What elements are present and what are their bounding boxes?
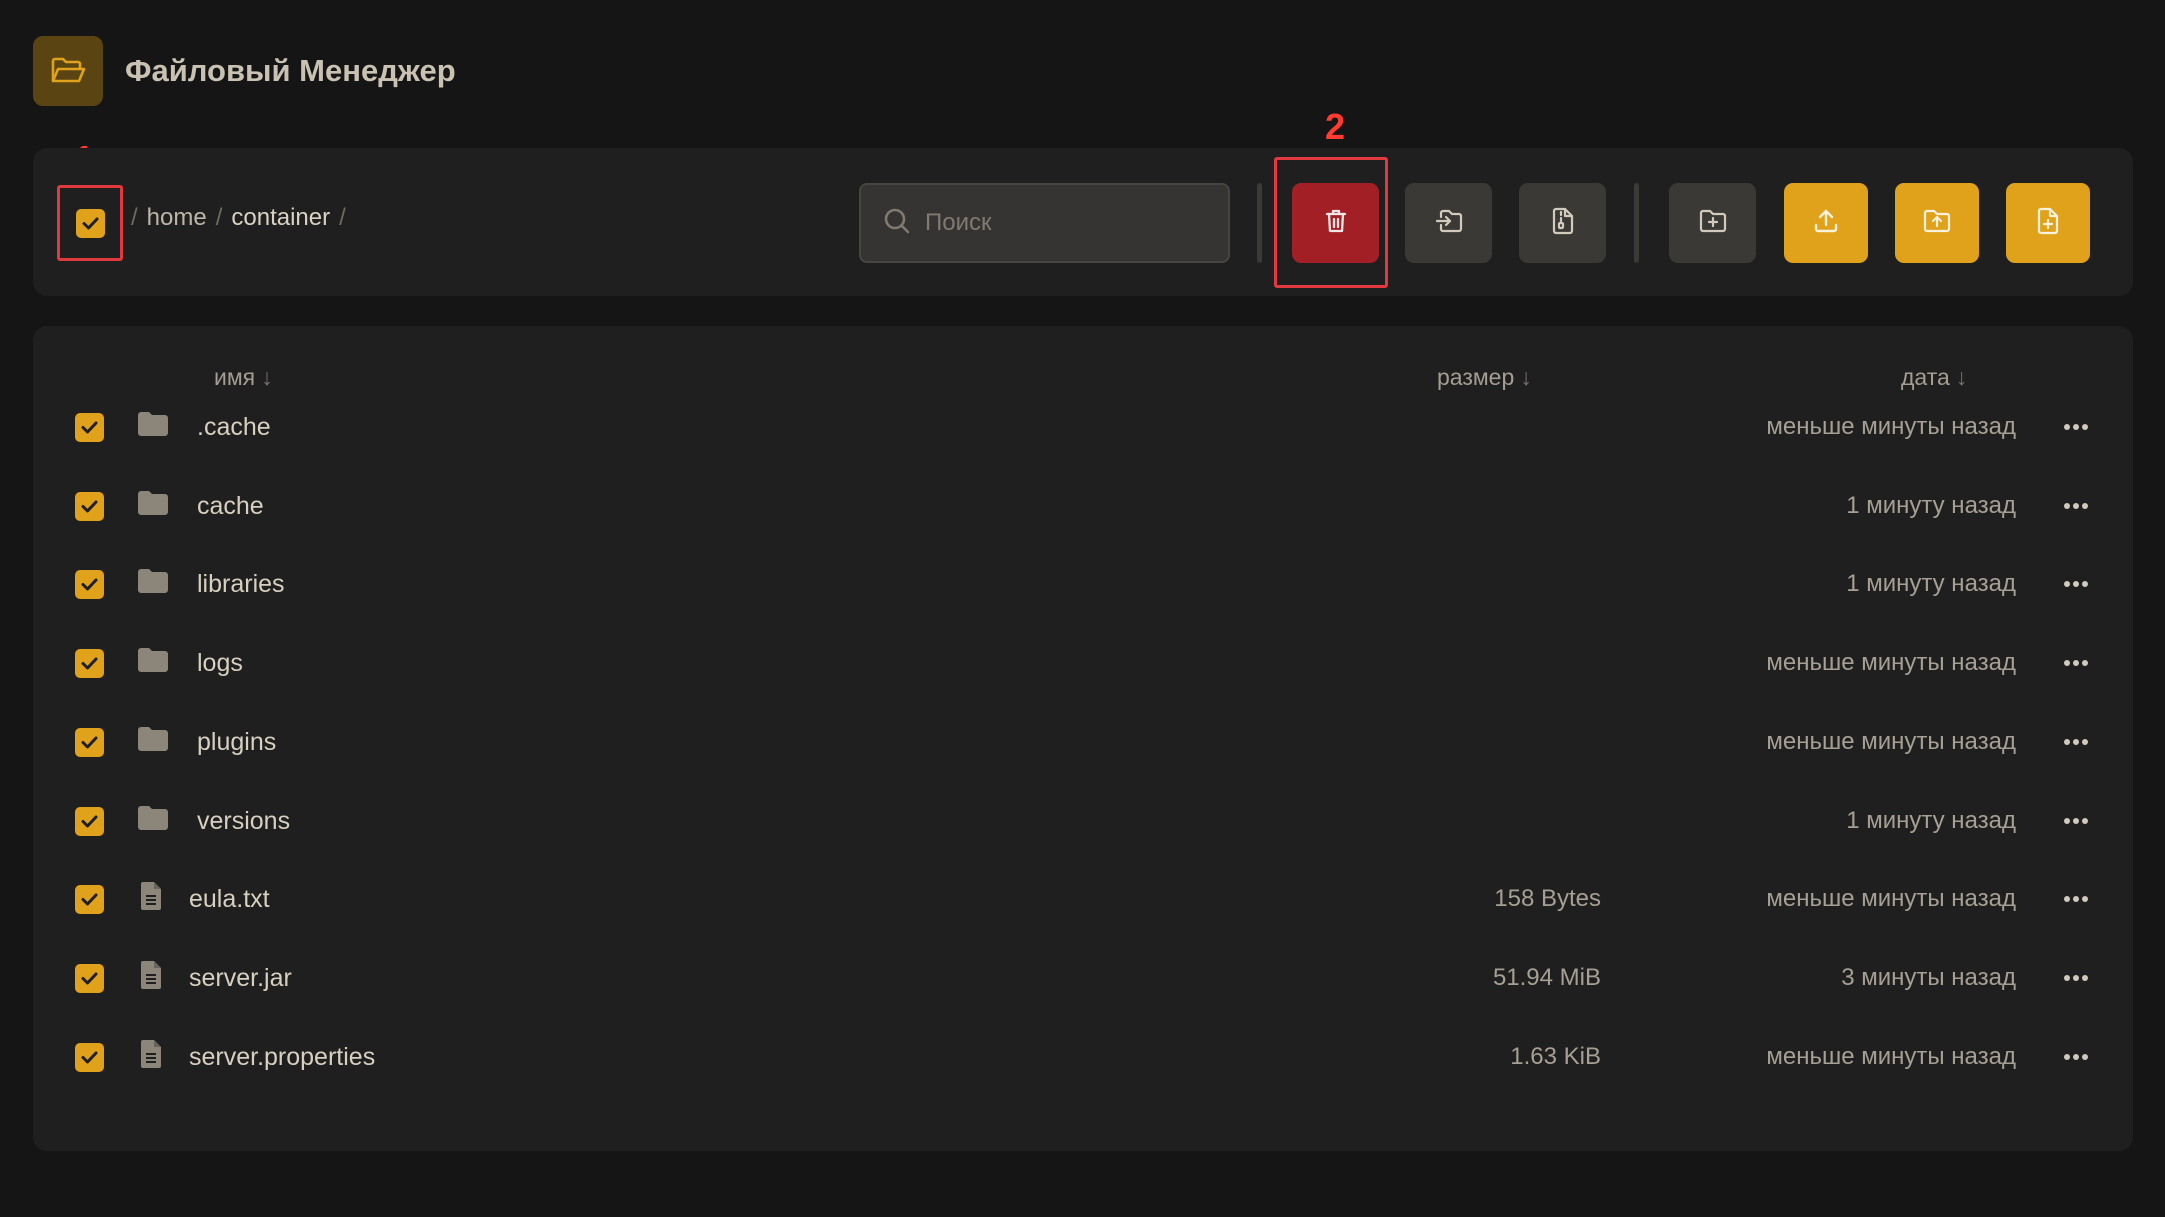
more-options-icon[interactable]: [2064, 581, 2088, 588]
breadcrumb-home[interactable]: home: [147, 204, 207, 232]
table-row[interactable]: cache 1 минуту назад: [33, 467, 2133, 546]
file-name[interactable]: libraries: [197, 570, 285, 599]
file-name[interactable]: .cache: [197, 413, 271, 442]
upload-button[interactable]: [1784, 183, 1868, 263]
file-size: 51.94 MiB: [1492, 963, 1601, 991]
folder-icon: [137, 805, 169, 836]
search-input[interactable]: [925, 209, 1215, 237]
table-row[interactable]: libraries 1 минуту назад: [33, 545, 2133, 624]
toolbar-divider: [1257, 183, 1262, 263]
folder-plus-icon: [1699, 209, 1727, 238]
row-checkbox[interactable]: [75, 649, 104, 679]
file-plus-icon: [2037, 207, 2059, 240]
file-name[interactable]: cache: [197, 492, 264, 521]
more-options-icon[interactable]: [2064, 1053, 2088, 1060]
archive-file-icon: [1552, 207, 1574, 240]
annotation-marker-2: 2: [1325, 106, 1346, 147]
more-options-icon[interactable]: [2064, 896, 2088, 903]
more-options-icon[interactable]: [2064, 424, 2088, 430]
folder-icon: [137, 411, 169, 442]
sort-arrow-icon: ↓: [261, 364, 273, 390]
sort-arrow-icon: ↓: [1520, 364, 1532, 390]
file-size: 1.63 KiB: [1510, 1042, 1601, 1070]
table-row[interactable]: versions 1 минуту назад: [33, 782, 2133, 861]
folder-icon: [137, 568, 169, 599]
upload-folder-button[interactable]: [1895, 183, 1979, 263]
trash-icon: [1324, 208, 1348, 239]
toolbar: / home / container /: [33, 148, 2133, 296]
row-checkbox[interactable]: [75, 1042, 104, 1072]
sort-arrow-icon: ↓: [1955, 364, 1968, 390]
file-date: 1 минуту назад: [1846, 570, 2016, 598]
file-date: меньше минуты назад: [1766, 649, 2016, 677]
table-row[interactable]: eula.txt 158 Bytes меньше минуты назад: [33, 860, 2133, 939]
file-date: 1 минуту назад: [1846, 806, 2016, 834]
file-date: 1 минуту назад: [1846, 491, 2016, 519]
table-row[interactable]: logs меньше минуты назад: [33, 624, 2133, 703]
row-checkbox[interactable]: [75, 806, 104, 836]
file-name[interactable]: logs: [197, 649, 243, 678]
app-header: Файловый Менеджер: [33, 36, 456, 106]
folder-icon: [137, 647, 169, 678]
select-all-highlight: [57, 185, 123, 261]
file-date: 3 минуты назад: [1841, 963, 2016, 991]
upload-icon: [1813, 208, 1839, 239]
file-icon: [139, 1039, 163, 1074]
table-row[interactable]: plugins меньше минуты назад: [33, 703, 2133, 782]
more-options-icon[interactable]: [2064, 974, 2088, 981]
file-name[interactable]: versions: [197, 807, 290, 836]
file-name[interactable]: plugins: [197, 728, 276, 757]
select-all-checkbox[interactable]: [75, 208, 105, 238]
table-row[interactable]: server.jar 51.94 MiB 3 минуты назад: [33, 939, 2133, 1018]
file-icon: [139, 881, 163, 916]
file-date: меньше минуты назад: [1766, 413, 2016, 440]
file-table: имя ↓ размер ↓ дата ↓ .cache меньше минуты н…: [33, 326, 2133, 1151]
table-row[interactable]: .cache меньше минуты назад: [33, 388, 2133, 467]
more-options-icon[interactable]: [2064, 502, 2088, 509]
folder-open-icon: [33, 36, 103, 106]
delete-button[interactable]: [1292, 183, 1379, 263]
new-file-button[interactable]: [2006, 183, 2090, 263]
file-size: 158 Bytes: [1494, 885, 1601, 913]
file-manager-app: Файловый Менеджер 1 2 / home / container…: [0, 0, 2165, 1217]
row-checkbox[interactable]: [75, 413, 104, 442]
column-header-date[interactable]: дата ↓: [1901, 364, 1967, 391]
folder-icon: [137, 490, 169, 521]
search-box[interactable]: [859, 183, 1230, 263]
move-button[interactable]: [1405, 183, 1492, 263]
file-date: меньше минуты назад: [1766, 727, 2016, 755]
breadcrumb-container[interactable]: container: [231, 204, 330, 232]
file-name[interactable]: server.properties: [189, 1043, 375, 1072]
search-icon: [883, 207, 911, 240]
column-header-name[interactable]: имя ↓: [214, 364, 273, 391]
app-title: Файловый Менеджер: [125, 53, 456, 88]
more-options-icon[interactable]: [2064, 738, 2088, 745]
archive-button[interactable]: [1519, 183, 1606, 263]
folder-icon: [137, 726, 169, 757]
column-header-size[interactable]: размер ↓: [1437, 364, 1532, 391]
table-row[interactable]: server.properties 1.63 KiB меньше минуты н…: [33, 1018, 2133, 1097]
move-file-icon: [1435, 209, 1463, 238]
new-folder-button[interactable]: [1669, 183, 1756, 263]
file-date: меньше минуты назад: [1766, 885, 2016, 913]
folder-upload-icon: [1923, 209, 1951, 238]
row-checkbox[interactable]: [75, 491, 104, 521]
file-name[interactable]: eula.txt: [189, 885, 270, 914]
toolbar-divider: [1634, 183, 1639, 263]
breadcrumb: / home / container /: [131, 204, 346, 232]
row-checkbox[interactable]: [75, 963, 104, 993]
file-date: меньше минуты назад: [1766, 1042, 2016, 1070]
file-name[interactable]: server.jar: [189, 964, 292, 993]
more-options-icon[interactable]: [2064, 660, 2088, 667]
row-checkbox[interactable]: [75, 885, 104, 915]
row-checkbox[interactable]: [75, 570, 104, 600]
file-icon: [139, 960, 163, 995]
row-checkbox[interactable]: [75, 727, 104, 757]
more-options-icon[interactable]: [2064, 817, 2088, 824]
